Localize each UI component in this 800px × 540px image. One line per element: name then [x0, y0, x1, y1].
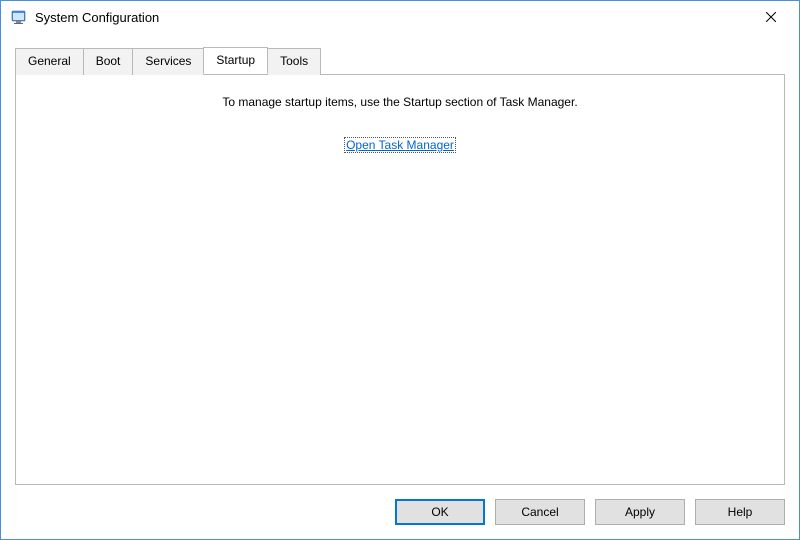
cancel-button[interactable]: Cancel	[495, 499, 585, 525]
tab-bar: General Boot Services Startup Tools	[15, 47, 785, 74]
close-button[interactable]	[751, 3, 791, 31]
startup-panel: To manage startup items, use the Startup…	[15, 74, 785, 485]
startup-instruction: To manage startup items, use the Startup…	[32, 95, 768, 109]
apply-button[interactable]: Apply	[595, 499, 685, 525]
msconfig-icon	[11, 9, 27, 25]
tab-startup[interactable]: Startup	[203, 47, 268, 74]
open-task-manager-link[interactable]: Open Task Manager	[344, 137, 456, 153]
system-configuration-window: System Configuration General Boot Servic…	[0, 0, 800, 540]
tab-general[interactable]: General	[15, 48, 84, 75]
tab-services[interactable]: Services	[132, 48, 204, 75]
window-title: System Configuration	[35, 10, 751, 25]
tab-boot[interactable]: Boot	[83, 48, 134, 75]
close-icon	[766, 12, 776, 22]
button-row: OK Cancel Apply Help	[1, 485, 799, 539]
ok-button[interactable]: OK	[395, 499, 485, 525]
help-button[interactable]: Help	[695, 499, 785, 525]
titlebar: System Configuration	[1, 1, 799, 33]
dialog-body: General Boot Services Startup Tools To m…	[1, 33, 799, 485]
tab-tools[interactable]: Tools	[267, 48, 321, 75]
